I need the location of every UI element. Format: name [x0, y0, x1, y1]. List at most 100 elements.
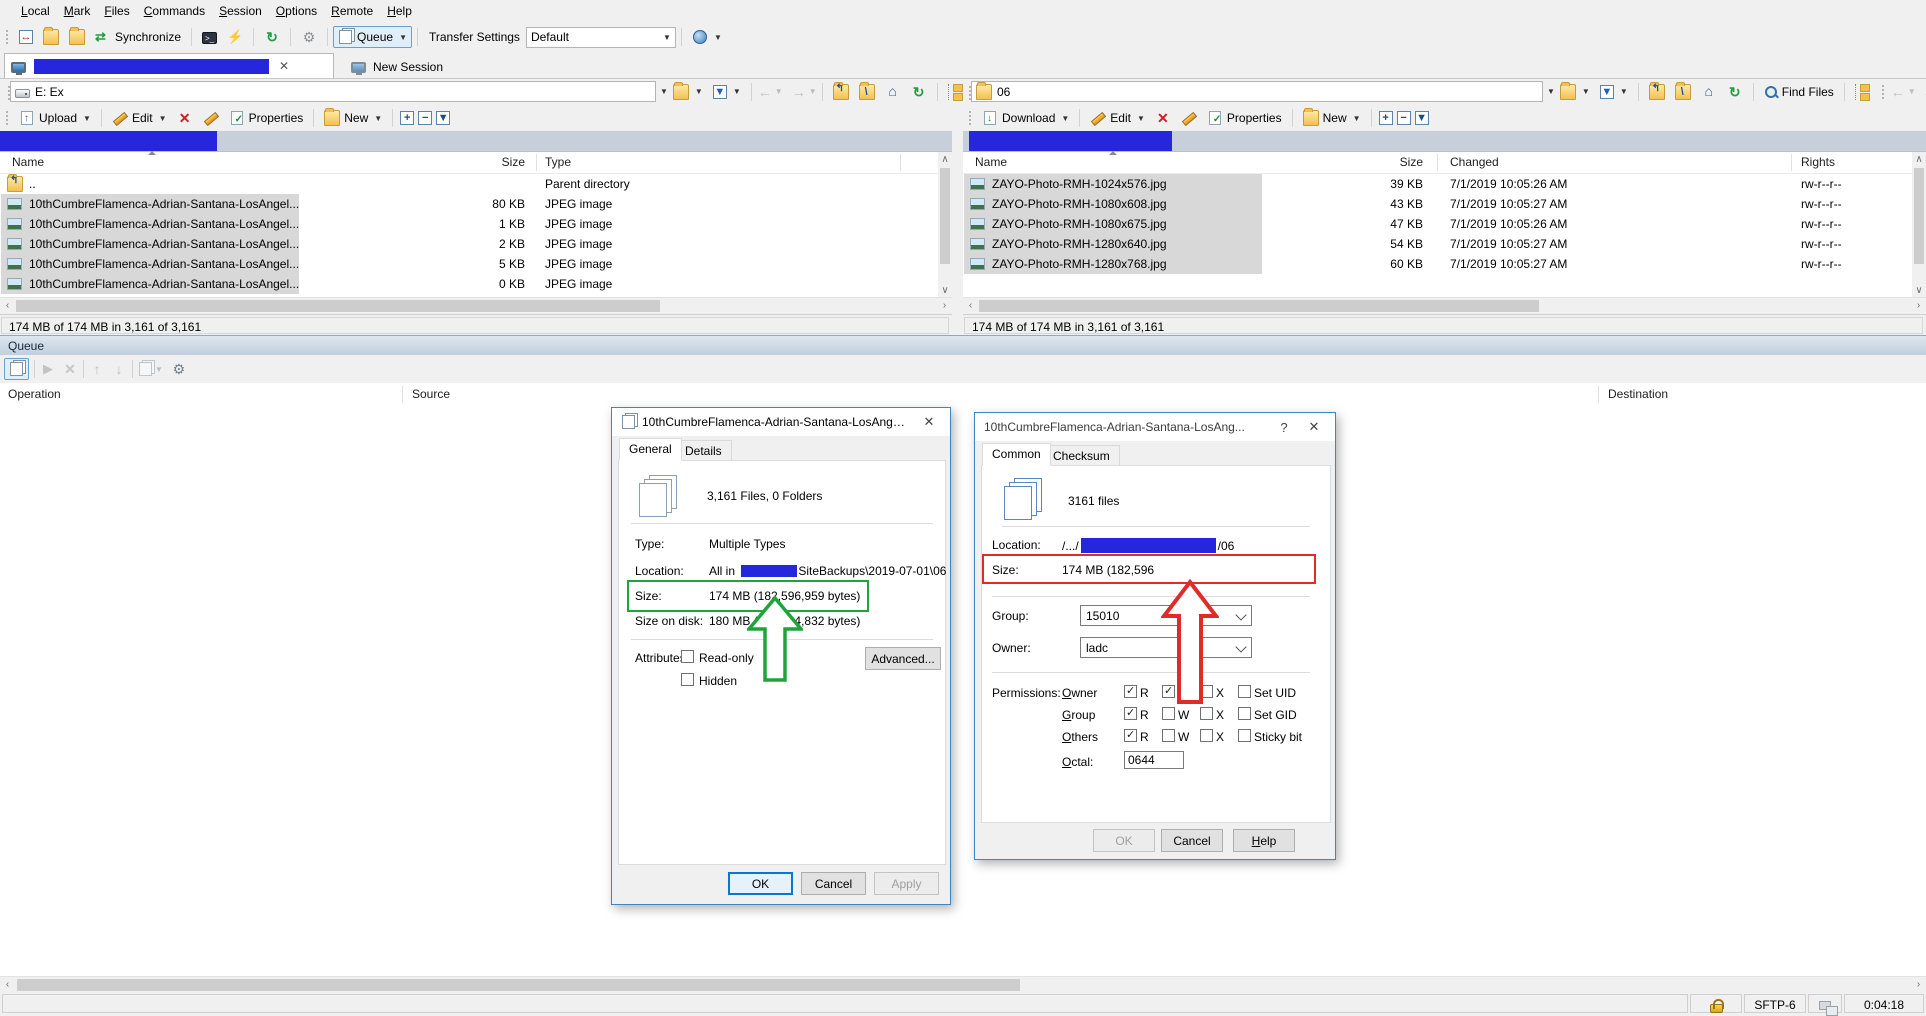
column-destination[interactable]: Destination [1608, 387, 1668, 401]
table-row[interactable]: 10thCumbreFlamenca-Adrian-Santana-LosAng… [0, 254, 952, 274]
open-directory-button[interactable]: ▼ [1555, 81, 1595, 103]
advanced-button[interactable]: Advanced... [865, 647, 941, 670]
dialog-title-bar[interactable]: 10thCumbreFlamenca-Adrian-Santana-LosAng… [612, 408, 950, 436]
table-row[interactable]: ZAYO-Photo-RMH-1080x675.jpg 47 KB 7/1/20… [963, 214, 1926, 234]
refresh-session-button[interactable]: ↻ [259, 26, 285, 48]
read-only-checkbox[interactable] [681, 650, 694, 663]
queue-show-button[interactable] [4, 358, 29, 380]
tree-toggle-button[interactable] [1850, 81, 1876, 103]
scroll-up-icon[interactable]: ∧ [1912, 152, 1926, 167]
gear-icon[interactable]: ⚙ [171, 361, 187, 377]
edit-button[interactable]: Edit▼ [1085, 107, 1150, 129]
owner-write-checkbox[interactable] [1162, 685, 1175, 698]
column-changed[interactable]: Changed [1450, 155, 1499, 169]
help-icon[interactable]: ? [1272, 420, 1296, 435]
scroll-right-icon[interactable]: › [1911, 977, 1926, 992]
properties-button[interactable]: Properties [224, 107, 309, 129]
scroll-left-icon[interactable]: ‹ [963, 298, 978, 313]
column-size[interactable]: Size [380, 155, 525, 169]
column-type[interactable]: Type [545, 155, 571, 169]
column-rights[interactable]: Rights [1801, 155, 1835, 169]
find-files-button[interactable]: Find Files [1759, 82, 1839, 102]
open-directory-button[interactable]: ▼ [668, 81, 708, 103]
open-terminal-button[interactable]: >_ [197, 27, 222, 47]
download-session-button[interactable] [64, 26, 90, 48]
menu-remote[interactable]: Remote [324, 4, 380, 18]
table-row[interactable]: .. Parent directory [0, 174, 952, 194]
local-vertical-scrollbar[interactable]: ∧ ∨ [938, 152, 952, 298]
select-add-icon[interactable]: + [400, 111, 414, 125]
others-read-checkbox[interactable] [1124, 729, 1137, 742]
table-row[interactable]: 10thCumbreFlamenca-Adrian-Santana-LosAng… [0, 234, 952, 254]
session-tab-active[interactable]: ✕ [4, 53, 334, 78]
column-source[interactable]: Source [412, 387, 450, 401]
refresh-button[interactable]: ↻ [906, 81, 932, 103]
scrollbar-thumb[interactable] [17, 979, 1020, 991]
apply-button[interactable]: Apply [874, 872, 939, 895]
scroll-left-icon[interactable]: ‹ [0, 977, 15, 992]
table-row[interactable]: ZAYO-Photo-RMH-1280x640.jpg 54 KB 7/1/20… [963, 234, 1926, 254]
group-execute-checkbox[interactable] [1200, 707, 1213, 720]
table-row[interactable]: 10thCumbreFlamenca-Adrian-Santana-LosAng… [0, 274, 952, 298]
queue-toggle-button[interactable]: Queue ▼ [333, 26, 412, 48]
ok-button[interactable]: OK [1093, 829, 1155, 852]
set-gid-checkbox[interactable] [1238, 707, 1251, 720]
scroll-right-icon[interactable]: › [937, 298, 952, 313]
delete-button[interactable]: ✕ [172, 107, 198, 129]
status-network-segment[interactable] [1808, 994, 1842, 1013]
select-remove-icon[interactable]: − [1397, 111, 1411, 125]
help-button[interactable]: Help [1233, 829, 1295, 852]
new-button[interactable]: New▼ [1298, 107, 1366, 129]
transfer-settings-select[interactable]: Default ▼ [526, 27, 676, 48]
toggle-panels-button[interactable]: ↔ [14, 27, 38, 47]
edit-button[interactable]: Edit▼ [107, 107, 172, 129]
scrollbar-thumb[interactable] [979, 300, 1539, 312]
sticky-bit-checkbox[interactable] [1238, 729, 1251, 742]
select-add-icon[interactable]: + [1379, 111, 1393, 125]
column-divider[interactable] [900, 154, 901, 171]
bottom-horizontal-scrollbar[interactable]: ‹ › [0, 976, 1926, 993]
properties-button[interactable]: Properties [1202, 107, 1287, 129]
back-icon[interactable]: ← [1890, 84, 1906, 100]
scroll-down-icon[interactable]: ∨ [1912, 283, 1926, 298]
transfer-options-button[interactable]: ▼ [687, 26, 727, 48]
tab-checksum[interactable]: Checksum [1043, 445, 1120, 466]
upload-session-button[interactable] [38, 26, 64, 48]
column-size[interactable]: Size [1293, 155, 1423, 169]
others-write-checkbox[interactable] [1162, 729, 1175, 742]
root-directory-button[interactable] [1670, 81, 1696, 103]
delete-icon[interactable]: ✕ [62, 361, 78, 377]
hidden-checkbox[interactable] [681, 673, 694, 686]
column-divider[interactable] [536, 154, 537, 171]
tab-details[interactable]: Details [675, 440, 732, 461]
owner-select[interactable]: ladc [1080, 637, 1252, 658]
remote-path-combo[interactable]: 06 [971, 81, 1543, 102]
tab-general[interactable]: General [619, 438, 682, 461]
preferences-button[interactable]: ⚙ [296, 26, 322, 48]
column-divider[interactable] [1598, 386, 1599, 403]
others-execute-checkbox[interactable] [1200, 729, 1213, 742]
scrollbar-thumb[interactable] [940, 168, 950, 264]
table-row[interactable]: ZAYO-Photo-RMH-1024x576.jpg 39 KB 7/1/20… [963, 174, 1926, 194]
table-row[interactable]: ZAYO-Photo-RMH-1080x608.jpg 43 KB 7/1/20… [963, 194, 1926, 214]
home-directory-button[interactable]: ⌂ [1696, 81, 1722, 103]
menu-commands[interactable]: Commands [137, 4, 212, 18]
download-button[interactable]: Download▼ [977, 107, 1074, 129]
column-name[interactable]: Name [12, 155, 44, 169]
play-icon[interactable]: ▶ [40, 361, 56, 377]
menu-session[interactable]: Session [212, 4, 269, 18]
scroll-right-icon[interactable]: › [1911, 298, 1926, 313]
group-read-checkbox[interactable] [1124, 707, 1137, 720]
cancel-button[interactable]: Cancel [1161, 829, 1223, 852]
status-protocol-segment[interactable]: SFTP-6 [1744, 994, 1806, 1013]
parent-directory-button[interactable] [828, 81, 854, 103]
column-divider[interactable] [402, 386, 403, 403]
filter-button[interactable]: ▼▼ [708, 82, 746, 102]
new-session-tab[interactable]: New Session [345, 55, 497, 78]
scroll-left-icon[interactable]: ‹ [0, 298, 15, 313]
column-operation[interactable]: Operation [8, 387, 61, 401]
ok-button[interactable]: OK [728, 872, 793, 895]
close-icon[interactable]: ✕ [1302, 419, 1326, 435]
table-row[interactable]: 10thCumbreFlamenca-Adrian-Santana-LosAng… [0, 214, 952, 234]
refresh-button[interactable]: ↻ [1722, 81, 1748, 103]
